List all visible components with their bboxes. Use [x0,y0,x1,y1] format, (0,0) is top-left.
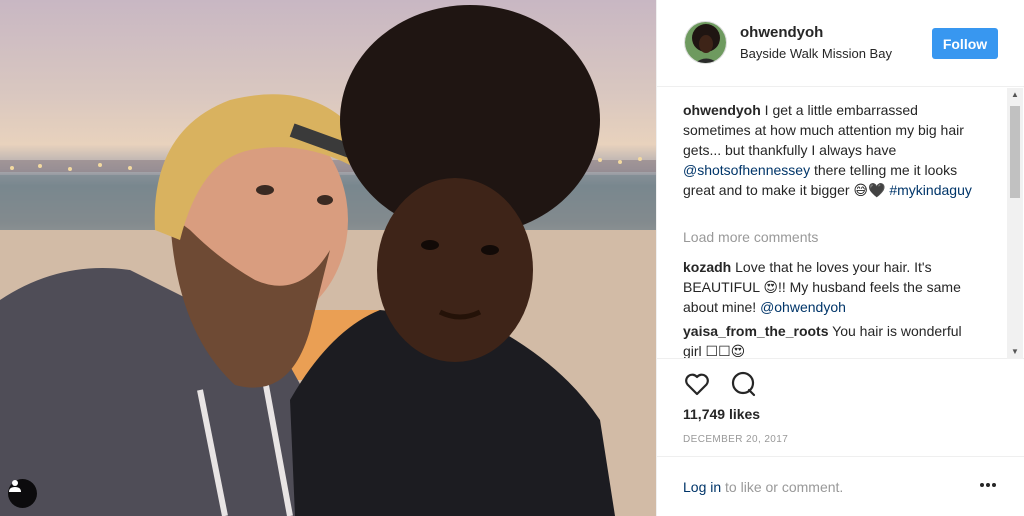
user-silhouette-icon [9,480,21,492]
avatar-image [685,22,726,63]
photo-illustration [0,5,656,516]
comment-username[interactable]: kozadh [683,259,731,275]
caption-hashtag[interactable]: #mykindaguy [889,182,972,198]
post-side-panel: ohwendyoh Bayside Walk Mission Bay Follo… [656,0,1024,516]
comment-item: kozadh Love that he loves your hair. It'… [683,257,983,317]
load-more-comments-link[interactable]: Load more comments [683,229,818,245]
likes-count[interactable]: 11,749 likes [683,406,760,422]
post-header: ohwendyoh Bayside Walk Mission Bay Follo… [657,0,1024,87]
follow-button[interactable]: Follow [932,28,998,59]
comment-icon[interactable] [729,370,757,398]
login-link[interactable]: Log in [683,479,721,495]
scroll-up-arrow-icon[interactable]: ▲ [1007,88,1023,102]
post-username[interactable]: ohwendyoh [740,24,823,41]
post-actions [683,370,757,400]
comment-item: yaisa_from_the_roots You hair is wonderf… [683,321,983,358]
post-location[interactable]: Bayside Walk Mission Bay [740,46,892,61]
comments-list: ohwendyoh I get a little embarrassed som… [657,88,1024,359]
post-photo[interactable] [0,0,656,516]
login-prompt: Log in to like or comment. [683,479,843,495]
login-prompt-text: to like or comment. [725,479,844,495]
caption-username[interactable]: ohwendyoh [683,102,761,118]
scroll-down-arrow-icon[interactable]: ▼ [1007,345,1023,359]
heart-icon[interactable] [683,370,711,398]
avatar[interactable] [684,21,727,64]
comment-mention[interactable]: @ohwendyoh [760,299,846,315]
comment-username[interactable]: yaisa_from_the_roots [683,323,829,339]
caption-mention[interactable]: @shotsofhennessey [683,162,810,178]
post-date: DECEMBER 20, 2017 [683,434,789,445]
more-options-icon[interactable] [979,481,997,489]
comments-scrollbar[interactable]: ▲ ▼ [1007,88,1023,359]
post-footer: Log in to like or comment. [657,456,1024,516]
caption: ohwendyoh I get a little embarrassed som… [683,100,983,200]
scrollbar-thumb[interactable] [1010,106,1020,198]
tagged-user-icon[interactable] [8,479,37,508]
